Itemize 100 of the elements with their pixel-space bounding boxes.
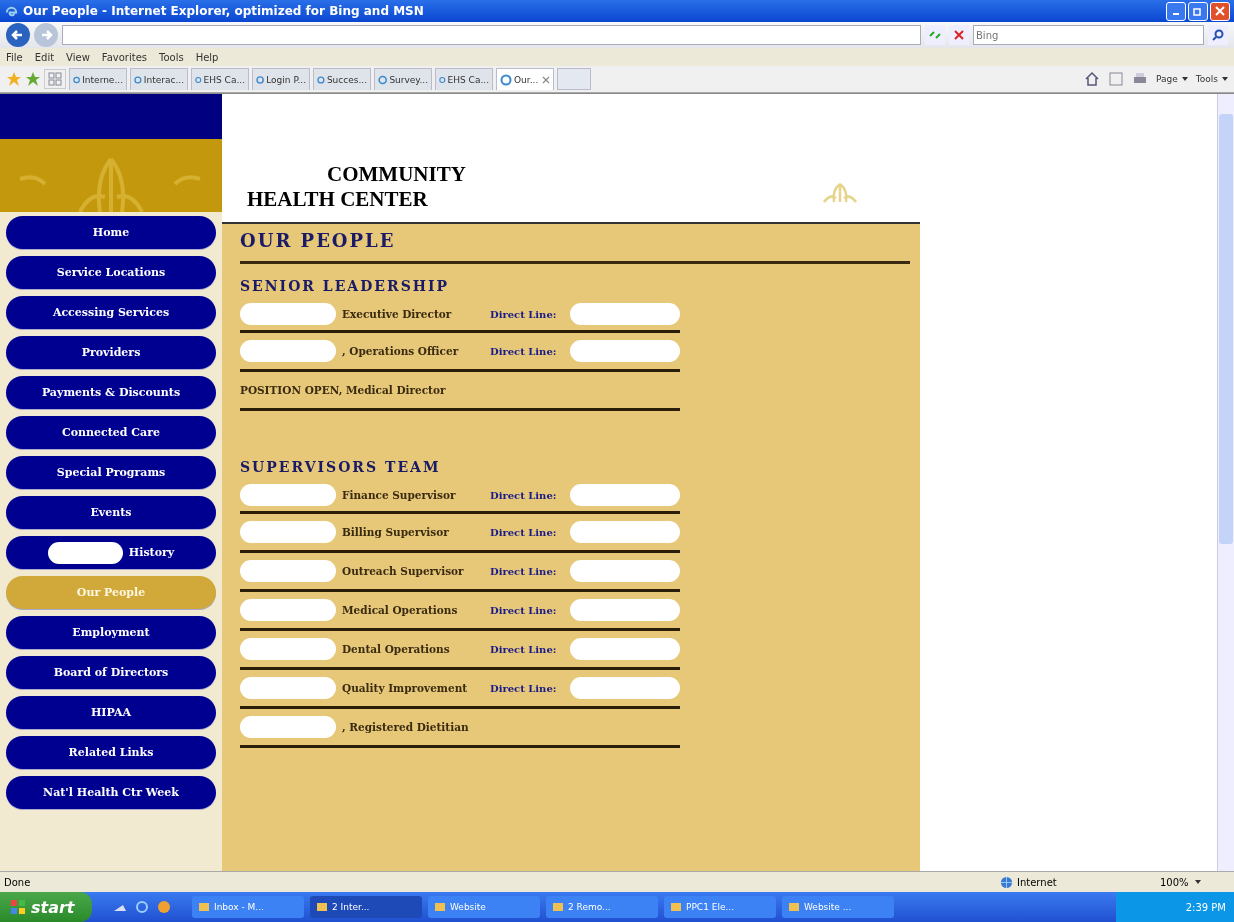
- start-button[interactable]: start: [0, 892, 92, 922]
- direct-line-label: Direct Line:: [490, 526, 558, 538]
- menu-item[interactable]: File: [6, 51, 23, 63]
- site-title: COMMUNITY: [326, 162, 466, 187]
- direct-line-label: Direct Line:: [490, 308, 558, 320]
- stop-icon: [952, 28, 966, 42]
- job-title: Medical Operations: [342, 604, 459, 616]
- browser-logo-icon: [378, 73, 388, 86]
- app-icon: [434, 901, 446, 913]
- job-title: Executive Director: [342, 308, 453, 320]
- clock: 2:39 PM: [1185, 901, 1226, 913]
- search-button[interactable]: [1208, 25, 1228, 45]
- job-title: Dental Operations: [342, 643, 451, 655]
- command-button[interactable]: Tools: [1195, 74, 1228, 84]
- close-icon: [1215, 6, 1225, 16]
- taskbar-button[interactable]: Inbox - M...: [192, 896, 304, 918]
- browser-tab[interactable]: Our...: [496, 68, 554, 90]
- feeds-icon[interactable]: [1108, 71, 1125, 87]
- nav-button[interactable]: Providers: [6, 336, 216, 369]
- browser-tab[interactable]: EHS Ca...: [435, 68, 493, 90]
- app-icon: [552, 901, 564, 913]
- section-heading: SUPERVISORS TEAM: [240, 459, 442, 475]
- restore-button[interactable]: [1188, 1, 1208, 21]
- stop-button[interactable]: [949, 25, 969, 45]
- direct-line-label: Direct Line:: [490, 604, 558, 616]
- favorites-star-icon[interactable]: [6, 71, 22, 87]
- browser-tab[interactable]: Login P...: [252, 68, 310, 90]
- minimize-button[interactable]: [1166, 1, 1186, 21]
- quick-tabs-button[interactable]: [44, 69, 66, 89]
- nav-button[interactable]: Connected Care: [6, 416, 216, 449]
- taskbar-button[interactable]: Website: [428, 896, 540, 918]
- app-icon: [670, 901, 682, 913]
- taskbar-button[interactable]: 2 Inter...: [310, 896, 422, 918]
- page-title: OUR PEOPLE: [240, 230, 910, 264]
- search-icon: [1211, 28, 1225, 42]
- browser-tab[interactable]: Succes...: [313, 68, 371, 90]
- taskbar-button[interactable]: PPC1 Ele...: [664, 896, 776, 918]
- caret-icon: [1194, 880, 1201, 884]
- section-heading: SENIOR LEADERSHIP: [240, 278, 451, 294]
- nav-button[interactable]: Events: [6, 496, 216, 529]
- search-field[interactable]: Bing: [973, 25, 1204, 45]
- restore-icon: [1193, 6, 1203, 16]
- browser-tab[interactable]: Survey...: [374, 68, 432, 90]
- caret-icon: [1222, 77, 1228, 81]
- job-title: POSITION OPEN, Medical Director: [240, 384, 446, 396]
- nav-button[interactable]: Related Links: [6, 736, 216, 769]
- close-tab-icon[interactable]: [542, 75, 550, 84]
- nav-button[interactable]: History: [6, 536, 216, 569]
- browser-logo-icon: [500, 73, 512, 86]
- browser-tab[interactable]: EHS Ca...: [191, 68, 249, 90]
- back-button[interactable]: [6, 23, 30, 47]
- nav-button[interactable]: Nat'l Health Ctr Week: [6, 776, 216, 809]
- job-title: Finance Supervisor: [342, 489, 457, 501]
- taskbar-button[interactable]: 2 Remo...: [546, 896, 658, 918]
- direct-line-label: Direct Line:: [490, 682, 558, 694]
- ornament-icon: [820, 180, 860, 204]
- menu-item[interactable]: Edit: [34, 51, 55, 63]
- browser-logo-icon[interactable]: [134, 899, 150, 915]
- browser-logo-icon: [134, 73, 142, 86]
- windows-logo-icon: [10, 899, 26, 915]
- window-title: Our People - Internet Explorer, optimized for Bing and MSN: [23, 4, 425, 18]
- taskbar-button[interactable]: Website ...: [782, 896, 894, 918]
- nav-button[interactable]: Service Locations: [6, 256, 216, 289]
- globe-icon: [1000, 875, 1013, 889]
- mail-icon[interactable]: [156, 899, 172, 915]
- browser-tab[interactable]: Interac...: [130, 68, 188, 90]
- app-icon: [788, 901, 800, 913]
- command-button[interactable]: Page: [1156, 74, 1188, 84]
- new-tab-button[interactable]: [557, 68, 591, 90]
- nav-button[interactable]: Accessing Services: [6, 296, 216, 329]
- nav-button[interactable]: Special Programs: [6, 456, 216, 489]
- job-title: , Registered Dietitian: [342, 721, 470, 733]
- nav-button[interactable]: HIPAA: [6, 696, 216, 729]
- nav-button[interactable]: Payments & Discounts: [6, 376, 216, 409]
- nav-button[interactable]: Employment: [6, 616, 216, 649]
- caret-icon: [1181, 77, 1188, 81]
- scrollbar[interactable]: [1217, 94, 1234, 871]
- direct-line-label: Direct Line:: [490, 565, 558, 577]
- address-field[interactable]: [62, 25, 921, 45]
- zoom-button[interactable]: 100%: [1160, 876, 1230, 888]
- status-text: Done: [4, 876, 32, 888]
- job-title: Outreach Supervisor: [342, 565, 465, 577]
- menu-item[interactable]: Tools: [159, 51, 184, 63]
- minimize-icon: [1173, 13, 1179, 15]
- browser-logo-icon: [317, 73, 325, 86]
- app-icon: [198, 901, 210, 913]
- menu-item[interactable]: View: [66, 51, 90, 63]
- site-subtitle: HEALTH CENTER: [247, 187, 429, 212]
- menu-item[interactable]: Favorites: [101, 51, 147, 63]
- direct-line-label: Direct Line:: [490, 345, 558, 357]
- home-icon[interactable]: [1084, 71, 1101, 87]
- refresh-button[interactable]: [925, 25, 945, 45]
- grid-icon: [48, 72, 62, 86]
- job-title: Quality Improvement: [342, 682, 469, 694]
- nav-button[interactable]: Home: [6, 216, 216, 249]
- browser-tab[interactable]: Interne...: [69, 68, 127, 90]
- nav-button[interactable]: Board of Directors: [6, 656, 216, 689]
- close-button[interactable]: [1210, 1, 1230, 21]
- add-favorite-icon[interactable]: [25, 71, 41, 87]
- menu-item[interactable]: Help: [195, 51, 219, 63]
